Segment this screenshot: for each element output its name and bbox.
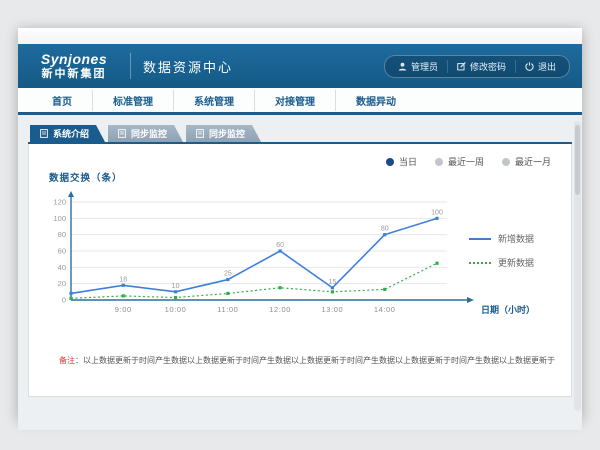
- svg-text:40: 40: [58, 263, 66, 272]
- user-icon: [398, 62, 407, 71]
- svg-text:100: 100: [53, 214, 66, 223]
- note-label: 备注: [59, 356, 75, 365]
- app-window: Synjones 新中新集团 数据资源中心 管理员 修改密码: [18, 28, 582, 420]
- legend-label: 新增数据: [498, 232, 534, 245]
- note-text: ：以上数据更新于时间产生数据以上数据更新于时间产生数据以上数据更新于时间产生数据…: [75, 356, 555, 365]
- svg-text:日期（小时）: 日期（小时）: [481, 304, 535, 315]
- svg-text:80: 80: [381, 226, 389, 233]
- edit-icon: [457, 62, 466, 71]
- logo-text-cn: 新中新集团: [30, 68, 118, 80]
- tab-label: 系统介绍: [53, 127, 89, 140]
- legend-line-solid: [469, 238, 491, 240]
- footer-note: 备注：以上数据更新于时间产生数据以上数据更新于时间产生数据以上数据更新于时间产生…: [59, 355, 561, 366]
- nav-item-standard-mgmt[interactable]: 标准管理: [92, 90, 173, 111]
- monitor-icon: [118, 129, 126, 138]
- nav-item-system-mgmt[interactable]: 系统管理: [173, 90, 254, 111]
- svg-text:60: 60: [276, 242, 284, 249]
- scrollbar-track[interactable]: [574, 121, 581, 411]
- time-range-filters: 当日 最近一周 最近一月: [386, 155, 551, 168]
- scrollbar-thumb[interactable]: [575, 125, 580, 195]
- current-user-label: 管理员: [411, 60, 438, 73]
- current-user-button[interactable]: 管理员: [389, 60, 447, 73]
- legend-item-new-data: 新增数据: [469, 232, 557, 245]
- svg-text:9:00: 9:00: [115, 305, 132, 314]
- legend-label: 更新数据: [498, 256, 534, 269]
- nav-item-home[interactable]: 首页: [32, 90, 92, 111]
- svg-text:120: 120: [53, 198, 66, 207]
- svg-text:15: 15: [329, 279, 337, 286]
- logo-text-en: Synjones: [30, 52, 118, 67]
- tab-system-intro[interactable]: 系统介绍: [30, 125, 105, 142]
- svg-text:60: 60: [58, 247, 66, 256]
- screenshot-stage: Synjones 新中新集团 数据资源中心 管理员 修改密码: [0, 0, 600, 450]
- logout-label: 退出: [538, 60, 556, 73]
- chart-panel: 当日 最近一周 最近一月 数据交换（条） 0 20 40 60 80 100 120 9:00…: [28, 144, 572, 397]
- user-controls: 管理员 修改密码 退出: [384, 55, 570, 78]
- svg-text:10:00: 10:00: [165, 305, 187, 314]
- svg-text:18: 18: [119, 276, 127, 283]
- nav-item-interface-mgmt[interactable]: 对接管理: [254, 90, 335, 111]
- radio-icon: [435, 158, 443, 166]
- svg-text:11:00: 11:00: [217, 305, 238, 314]
- chart-legend: 新增数据 更新数据: [469, 232, 557, 269]
- radio-selected-icon: [386, 158, 394, 166]
- svg-text:0: 0: [62, 296, 66, 305]
- svg-text:13:00: 13:00: [322, 305, 344, 314]
- logout-button[interactable]: 退出: [515, 60, 565, 73]
- page-title: 数据资源中心: [143, 57, 233, 76]
- filter-label: 最近一月: [515, 155, 551, 168]
- app-header: Synjones 新中新集团 数据资源中心 管理员 修改密码: [18, 44, 582, 88]
- document-icon: [40, 129, 48, 138]
- filter-label: 最近一周: [448, 155, 484, 168]
- change-password-label: 修改密码: [470, 60, 506, 73]
- company-logo: Synjones 新中新集团: [30, 52, 118, 79]
- header-divider: [130, 53, 131, 79]
- svg-text:80: 80: [58, 230, 66, 239]
- nav-item-data-change[interactable]: 数据异动: [335, 90, 416, 111]
- svg-text:100: 100: [431, 209, 443, 216]
- filter-last-month[interactable]: 最近一月: [502, 155, 551, 168]
- main-nav: 首页 标准管理 系统管理 对接管理 数据异动: [18, 88, 582, 115]
- tab-bar: 系统介绍 同步监控 同步监控: [28, 125, 572, 144]
- svg-text:14:00: 14:00: [374, 305, 396, 314]
- svg-text:25: 25: [224, 271, 232, 278]
- change-password-button[interactable]: 修改密码: [447, 60, 515, 73]
- filter-last-week[interactable]: 最近一周: [435, 155, 484, 168]
- tab-sync-monitor-2[interactable]: 同步监控: [186, 125, 261, 142]
- radio-icon: [502, 158, 510, 166]
- power-icon: [525, 62, 534, 71]
- window-top-strip: [18, 28, 582, 44]
- tab-label: 同步监控: [209, 127, 245, 140]
- svg-text:20: 20: [58, 279, 66, 288]
- filter-today[interactable]: 当日: [386, 155, 417, 168]
- filter-label: 当日: [399, 155, 417, 168]
- svg-text:12:00: 12:00: [269, 305, 291, 314]
- legend-item-update-data: 更新数据: [469, 256, 557, 269]
- legend-line-dotted: [469, 262, 491, 264]
- content-area: 系统介绍 同步监控 同步监控: [18, 115, 582, 430]
- tab-label: 同步监控: [131, 127, 167, 140]
- svg-text:10: 10: [172, 283, 180, 290]
- monitor-icon: [196, 129, 204, 138]
- tab-sync-monitor-1[interactable]: 同步监控: [108, 125, 183, 142]
- chart-y-axis-title: 数据交换（条）: [49, 170, 123, 184]
